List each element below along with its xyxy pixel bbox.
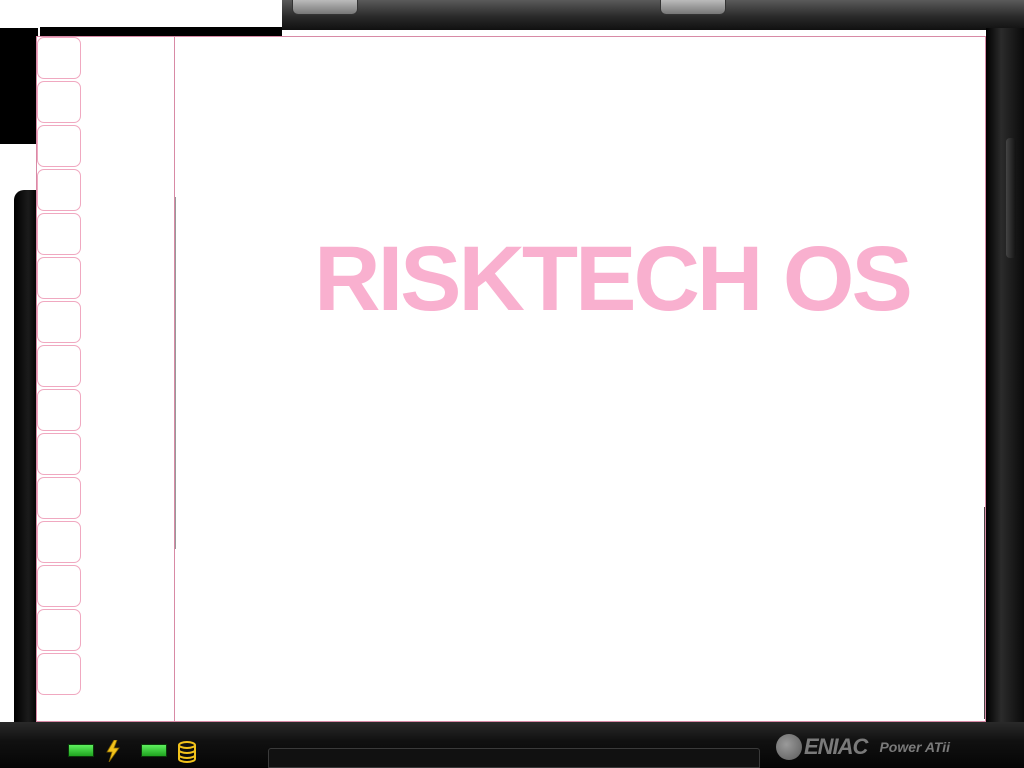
brand-model: Power ATii <box>879 739 950 755</box>
bezel-latch-left <box>292 0 358 15</box>
bezel-top-left <box>0 0 282 37</box>
sidebar-slot-8[interactable] <box>37 345 81 387</box>
disk-led-indicator <box>141 744 167 757</box>
lightning-bolt-icon <box>106 740 120 762</box>
sidebar-slot-4[interactable] <box>37 169 81 211</box>
sidebar-slot-2[interactable] <box>37 81 81 123</box>
sidebar-slot-12[interactable] <box>37 521 81 563</box>
screen: RISKTECH OS <box>36 36 986 722</box>
power-led-indicator <box>68 744 94 757</box>
sidebar-slot-15[interactable] <box>37 653 81 695</box>
brand-mark-icon <box>776 734 802 760</box>
os-title: RISKTECH OS <box>314 228 913 330</box>
brand: ENIAC Power ATii <box>776 732 950 762</box>
sidebar-slot-13[interactable] <box>37 565 81 607</box>
sidebar-slot-14[interactable] <box>37 609 81 651</box>
sidebar-slot-3[interactable] <box>37 125 81 167</box>
drive-slot <box>268 748 760 768</box>
bezel-right <box>986 28 1024 768</box>
bezel-right-notch <box>1006 138 1016 258</box>
bezel-left-block <box>0 28 38 144</box>
sidebar-slot-9[interactable] <box>37 389 81 431</box>
bezel-top <box>282 0 1024 30</box>
bezel-left-edge <box>14 190 38 768</box>
sidebar-slot-11[interactable] <box>37 477 81 519</box>
bezel-latch-right <box>660 0 726 15</box>
sidebar <box>37 37 175 721</box>
database-icon <box>178 741 196 763</box>
brand-logo: ENIAC <box>804 734 868 759</box>
bezel-left <box>0 0 40 768</box>
sidebar-slot-1[interactable] <box>37 37 81 79</box>
sidebar-slot-10[interactable] <box>37 433 81 475</box>
screen-right-line <box>984 507 985 719</box>
